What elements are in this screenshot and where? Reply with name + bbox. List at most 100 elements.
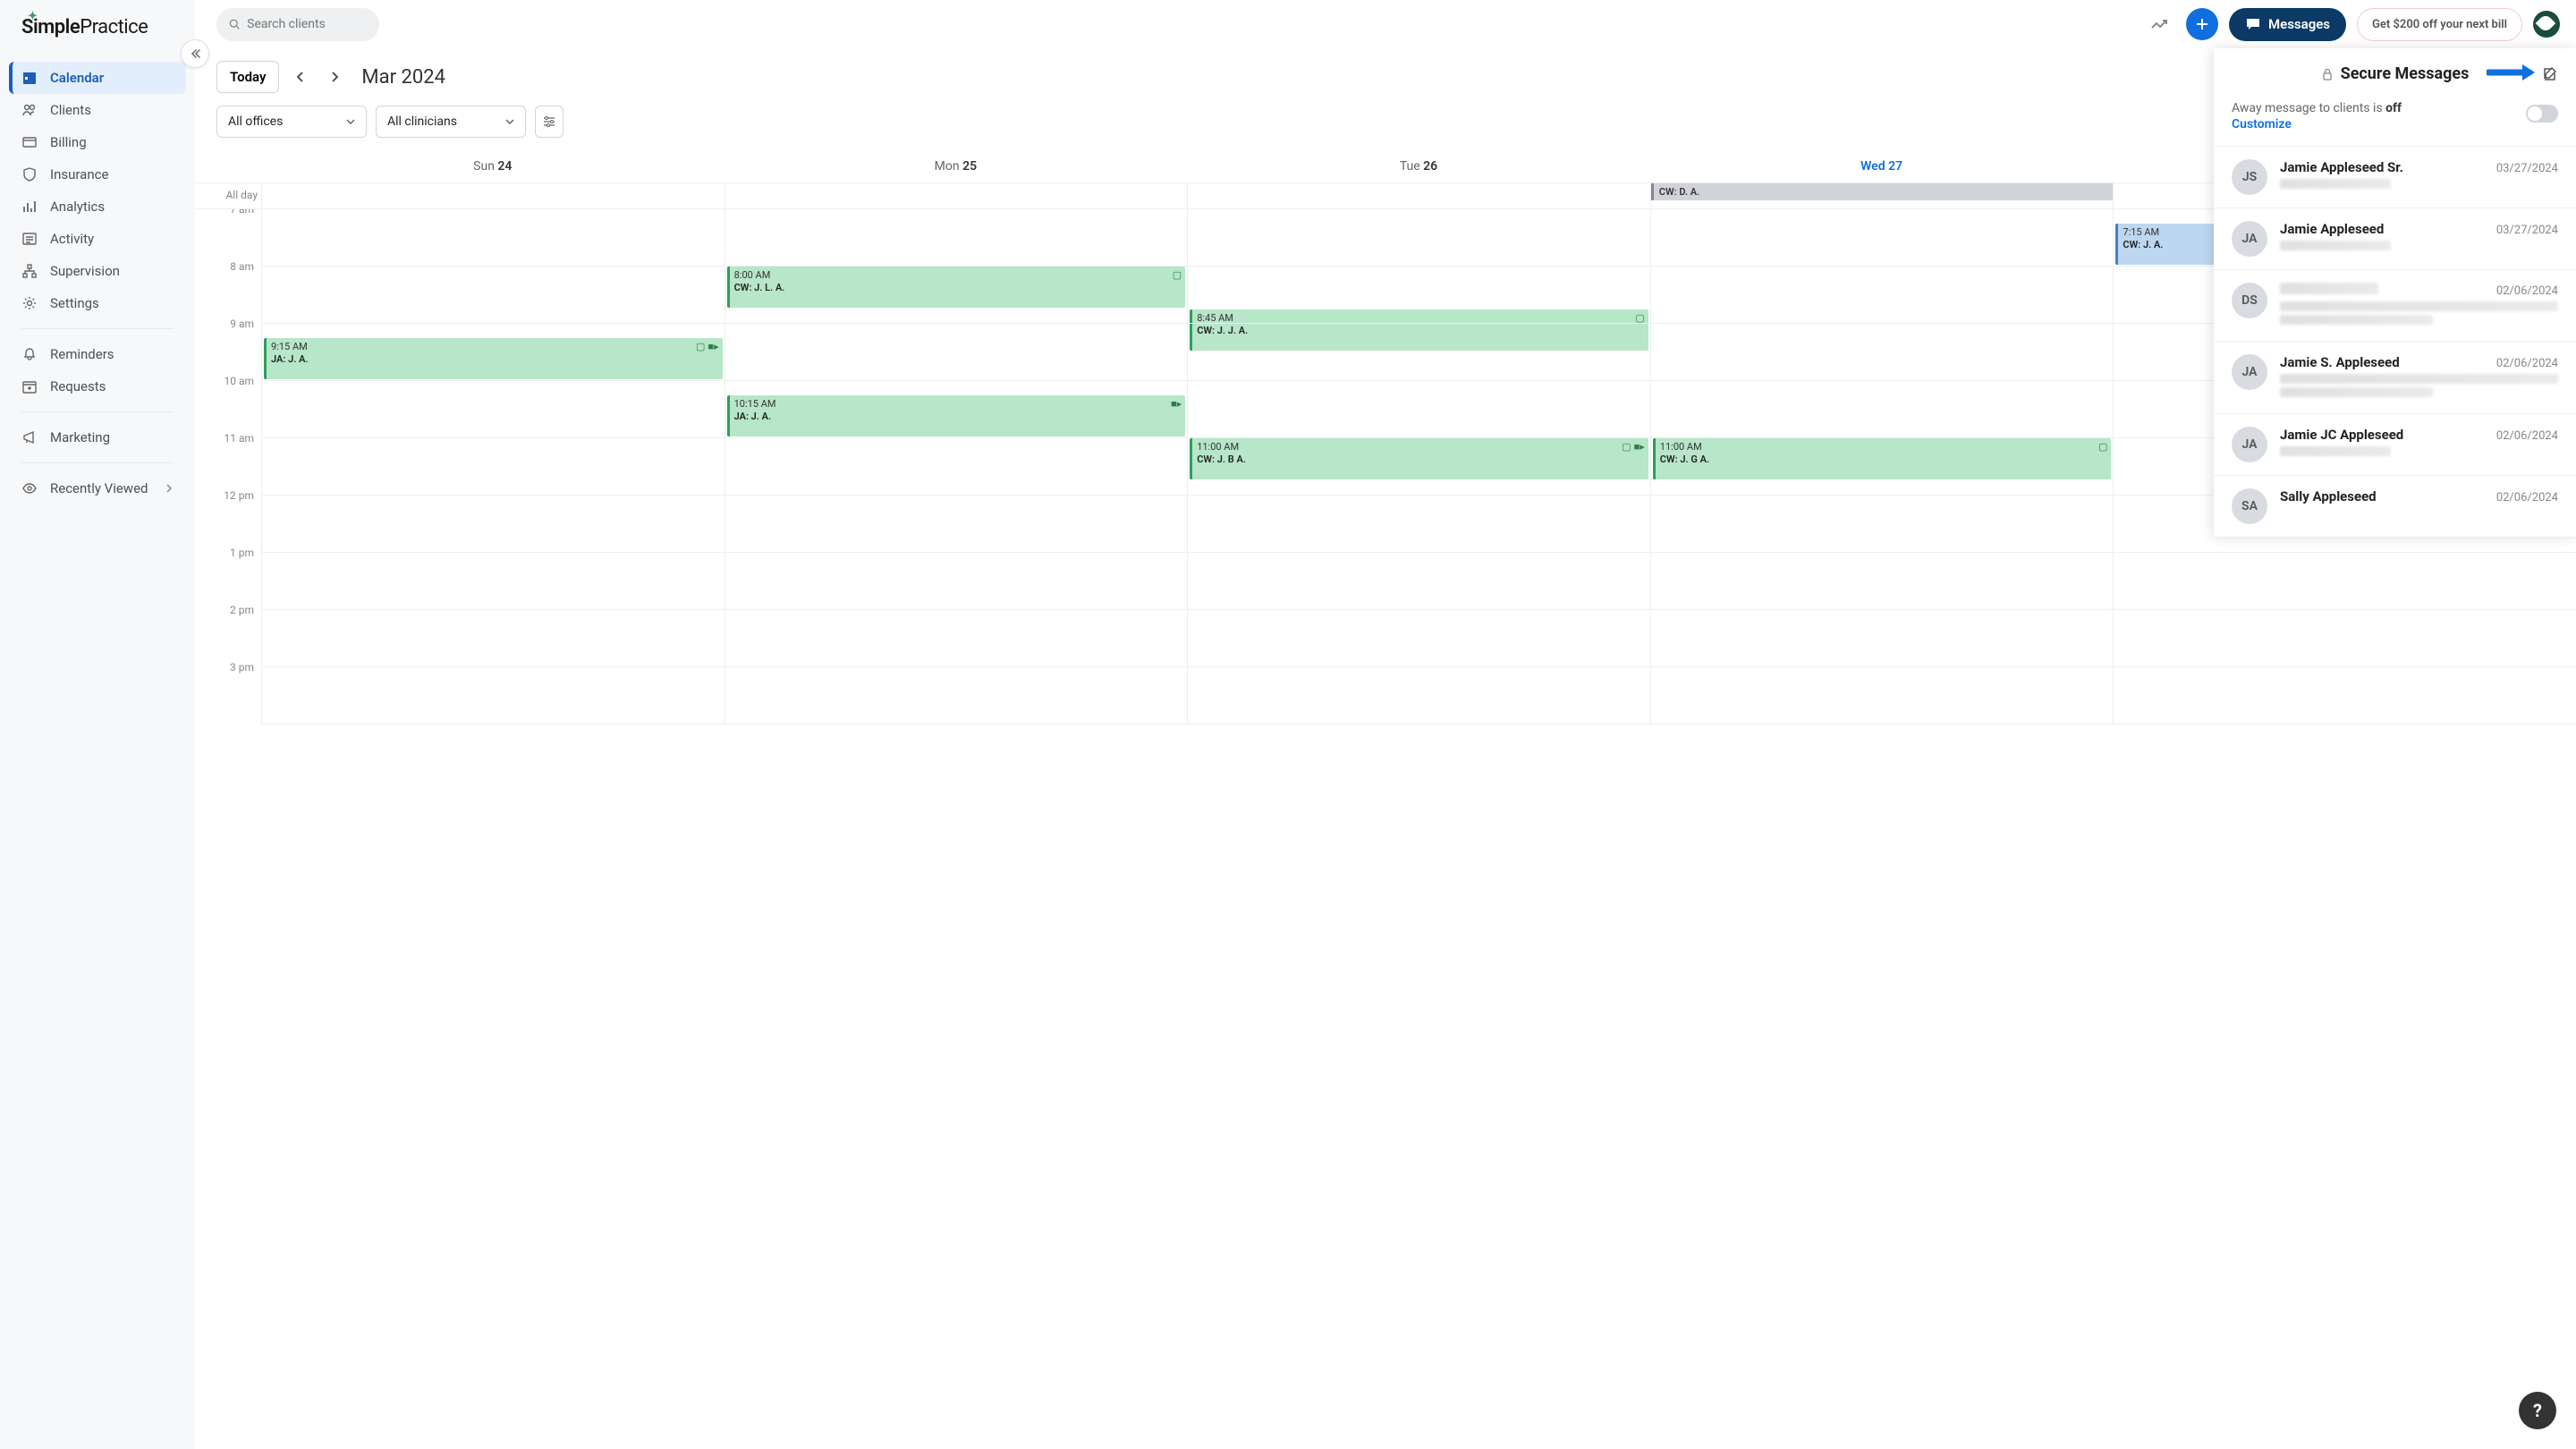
nav-marketing[interactable]: Marketing xyxy=(9,421,186,453)
time-cell[interactable] xyxy=(724,610,1188,667)
time-cell[interactable] xyxy=(2113,610,2576,667)
away-message-section: Away message to clients is off Customize xyxy=(2214,96,2576,147)
allday-cell[interactable] xyxy=(1187,183,1650,208)
sidebar-collapse-button[interactable] xyxy=(181,39,209,68)
nav-label: Recently Viewed xyxy=(50,480,148,496)
nav-settings[interactable]: Settings xyxy=(9,287,186,319)
allday-cell[interactable]: CW: D. A. xyxy=(1650,183,2114,208)
time-cell[interactable] xyxy=(1650,438,2114,496)
time-cell[interactable] xyxy=(1650,496,2114,553)
time-cell[interactable] xyxy=(724,667,1188,724)
next-button[interactable] xyxy=(322,64,347,89)
today-button[interactable]: Today xyxy=(216,61,279,93)
search-box[interactable] xyxy=(216,8,379,41)
topbar: Messages Get $200 off your next bill xyxy=(195,0,2576,48)
time-cell[interactable] xyxy=(1187,324,1650,381)
time-cell[interactable] xyxy=(261,667,724,724)
day-header[interactable]: Mon 25 xyxy=(724,147,1188,182)
nav-analytics[interactable]: Analytics xyxy=(9,191,186,223)
help-button[interactable]: ? xyxy=(2519,1392,2556,1429)
nav-insurance[interactable]: Insurance xyxy=(9,158,186,191)
message-item[interactable]: SA Sally Appleseed02/06/2024 xyxy=(2214,476,2576,538)
day-header[interactable]: Sun 24 xyxy=(261,147,724,182)
chevron-down-icon xyxy=(346,119,355,124)
message-date: 02/06/2024 xyxy=(2496,429,2558,443)
customize-link[interactable]: Customize xyxy=(2232,117,2402,131)
nav-supervision[interactable]: Supervision xyxy=(9,255,186,287)
prev-button[interactable] xyxy=(288,64,313,89)
search-input[interactable] xyxy=(247,17,367,31)
time-cell[interactable] xyxy=(1650,610,2114,667)
time-cell[interactable] xyxy=(1187,667,1650,724)
nav-label: Analytics xyxy=(50,199,105,215)
compose-button[interactable] xyxy=(2542,66,2558,82)
messages-button[interactable]: Messages xyxy=(2229,8,2346,41)
nav-reminders[interactable]: Reminders xyxy=(9,338,186,370)
time-cell[interactable] xyxy=(1187,496,1650,553)
time-cell[interactable] xyxy=(1650,381,2114,438)
time-cell[interactable] xyxy=(1187,267,1650,324)
time-cell[interactable] xyxy=(261,553,724,610)
nav-requests[interactable]: Requests xyxy=(9,370,186,402)
message-item[interactable]: JA Jamie JC Appleseed02/06/2024 xyxy=(2214,414,2576,476)
time-label: 8 am xyxy=(216,260,261,318)
message-item[interactable]: JA Jamie Appleseed03/27/2024 xyxy=(2214,208,2576,270)
nav-billing[interactable]: Billing xyxy=(9,126,186,158)
time-cell[interactable] xyxy=(1187,438,1650,496)
time-cell[interactable] xyxy=(1187,610,1650,667)
message-name: Sally Appleseed xyxy=(2280,488,2377,504)
message-name: Jamie Appleseed xyxy=(2280,221,2384,237)
time-cell[interactable] xyxy=(724,553,1188,610)
allday-cell[interactable] xyxy=(724,183,1188,208)
time-cell[interactable]: 8:45 AMCW: J. J. A.▢11:00 AMCW: J. B A.▢… xyxy=(1187,209,1650,267)
add-button[interactable] xyxy=(2186,8,2218,40)
time-cell[interactable] xyxy=(1187,553,1650,610)
calendar-icon xyxy=(21,70,38,86)
list-icon xyxy=(21,231,38,247)
away-toggle[interactable] xyxy=(2526,105,2558,123)
messages-panel-title: Secure Messages xyxy=(2341,64,2470,83)
time-cell[interactable] xyxy=(261,381,724,438)
time-cell[interactable] xyxy=(2113,553,2576,610)
promo-button[interactable]: Get $200 off your next bill xyxy=(2357,8,2522,41)
time-cell[interactable]: 11:00 AMCW: J. G A.▢ xyxy=(1650,209,2114,267)
time-cell[interactable] xyxy=(724,496,1188,553)
time-cell[interactable]: 9:15 AMJA: J. A.▢■▸ xyxy=(261,209,724,267)
insights-button[interactable] xyxy=(2143,8,2175,40)
time-cell[interactable] xyxy=(1650,267,2114,324)
message-item[interactable]: DS 02/06/2024 xyxy=(2214,270,2576,342)
day-header[interactable]: Tue 26 xyxy=(1187,147,1650,182)
time-cell[interactable] xyxy=(2113,667,2576,724)
time-cell[interactable] xyxy=(1187,381,1650,438)
time-cell[interactable] xyxy=(261,324,724,381)
time-cell[interactable] xyxy=(1650,324,2114,381)
nav-label: Activity xyxy=(50,231,94,247)
time-cell[interactable] xyxy=(261,496,724,553)
time-cell[interactable]: 8:00 AMCW: J. L. A.▢10:15 AMJA: J. A.■▸ xyxy=(724,209,1188,267)
allday-cell[interactable] xyxy=(261,183,724,208)
clinicians-select[interactable]: All clinicians xyxy=(376,106,526,138)
time-cell[interactable] xyxy=(261,267,724,324)
time-cell[interactable] xyxy=(724,381,1188,438)
filter-button[interactable] xyxy=(535,106,564,138)
message-item[interactable]: JS Jamie Appleseed Sr.03/27/2024 xyxy=(2214,147,2576,208)
user-avatar[interactable] xyxy=(2533,11,2560,38)
time-cell[interactable] xyxy=(1650,553,2114,610)
divider xyxy=(21,411,174,412)
calendar-plus-icon xyxy=(21,378,38,394)
time-cell[interactable] xyxy=(261,438,724,496)
time-cell[interactable] xyxy=(1650,667,2114,724)
day-header[interactable]: Wed 27 xyxy=(1650,147,2114,182)
brand-logo[interactable]: S✦implePractice xyxy=(0,16,195,55)
nav-activity[interactable]: Activity xyxy=(9,223,186,255)
allday-event[interactable]: CW: D. A. xyxy=(1651,183,2114,200)
time-cell[interactable] xyxy=(261,610,724,667)
nav-clients[interactable]: Clients xyxy=(9,94,186,126)
nav-recently-viewed[interactable]: Recently Viewed xyxy=(9,472,186,504)
time-cell[interactable] xyxy=(724,438,1188,496)
offices-select[interactable]: All offices xyxy=(216,106,367,138)
time-cell[interactable] xyxy=(724,267,1188,324)
nav-calendar[interactable]: Calendar xyxy=(9,62,186,94)
message-item[interactable]: JA Jamie S. Appleseed02/06/2024 xyxy=(2214,342,2576,414)
time-cell[interactable] xyxy=(724,324,1188,381)
